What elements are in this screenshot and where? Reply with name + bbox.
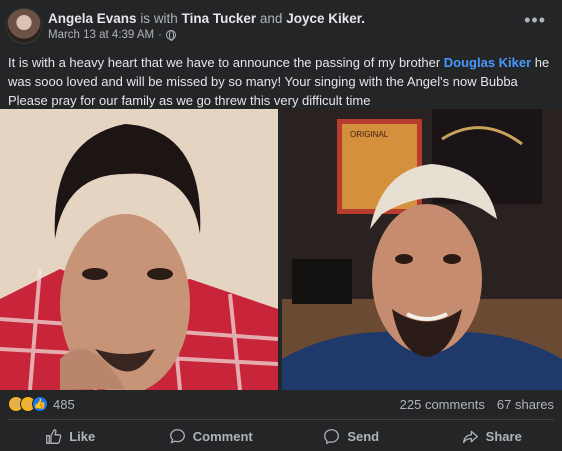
thumbs-up-icon bbox=[46, 428, 62, 444]
photo-right[interactable]: ORIGINAL bbox=[282, 109, 562, 390]
author-avatar[interactable] bbox=[6, 8, 42, 44]
send-label: Send bbox=[347, 428, 380, 444]
engagement-counts: 225 comments 67 shares bbox=[400, 397, 554, 412]
post-meta: March 13 at 4:39 AM · bbox=[48, 29, 176, 41]
post-actions: Like Comment Send Share bbox=[0, 421, 562, 451]
comment-icon bbox=[169, 428, 185, 444]
send-button[interactable]: Send bbox=[281, 421, 422, 451]
tagged-person-2[interactable]: Joyce Kiker. bbox=[286, 11, 365, 26]
comments-count[interactable]: 225 comments bbox=[400, 397, 485, 412]
share-icon bbox=[462, 430, 478, 443]
post-timestamp[interactable]: March 13 at 4:39 AM bbox=[48, 29, 154, 41]
author-name[interactable]: Angela Evans bbox=[48, 11, 137, 26]
actions-divider bbox=[8, 419, 554, 420]
comment-button[interactable]: Comment bbox=[141, 421, 282, 451]
sign-text: ORIGINAL bbox=[350, 130, 389, 139]
reaction-count[interactable]: 485 bbox=[53, 397, 75, 412]
photo-left[interactable] bbox=[0, 109, 278, 390]
reaction-summary[interactable]: ☹ ☺ 👍 485 bbox=[8, 396, 75, 412]
post-stats: ☹ ☺ 👍 485 225 comments 67 shares bbox=[0, 394, 562, 416]
like-button[interactable]: Like bbox=[0, 421, 141, 451]
post-text: It is with a heavy heart that we have to… bbox=[8, 53, 558, 110]
tagged-person-1[interactable]: Tina Tucker bbox=[182, 11, 257, 26]
with-text: is with bbox=[140, 11, 178, 26]
and-text: and bbox=[259, 11, 283, 26]
share-button[interactable]: Share bbox=[422, 421, 562, 451]
shares-count[interactable]: 67 shares bbox=[497, 397, 554, 412]
portrait-photo bbox=[0, 109, 278, 390]
messenger-icon bbox=[324, 428, 340, 444]
post-body-start: It is with a heavy heart that we have to… bbox=[8, 55, 444, 70]
selfie-photo: ORIGINAL bbox=[282, 109, 562, 390]
post-author-line: Angela Evans is with Tina Tucker and Joy… bbox=[48, 10, 365, 27]
comment-label: Comment bbox=[192, 428, 253, 444]
like-reaction-icon: 👍 bbox=[32, 396, 48, 412]
meta-separator: · bbox=[158, 29, 162, 41]
share-label: Share bbox=[485, 428, 522, 444]
post-header: Angela Evans is with Tina Tucker and Joy… bbox=[0, 0, 562, 48]
facebook-post: Angela Evans is with Tina Tucker and Joy… bbox=[0, 0, 562, 451]
mention-link[interactable]: Douglas Kiker bbox=[444, 55, 531, 70]
photo-grid: ORIGINAL bbox=[0, 109, 562, 390]
more-options-icon[interactable]: ••• bbox=[524, 10, 546, 31]
like-label: Like bbox=[69, 428, 96, 444]
globe-icon bbox=[165, 30, 176, 41]
